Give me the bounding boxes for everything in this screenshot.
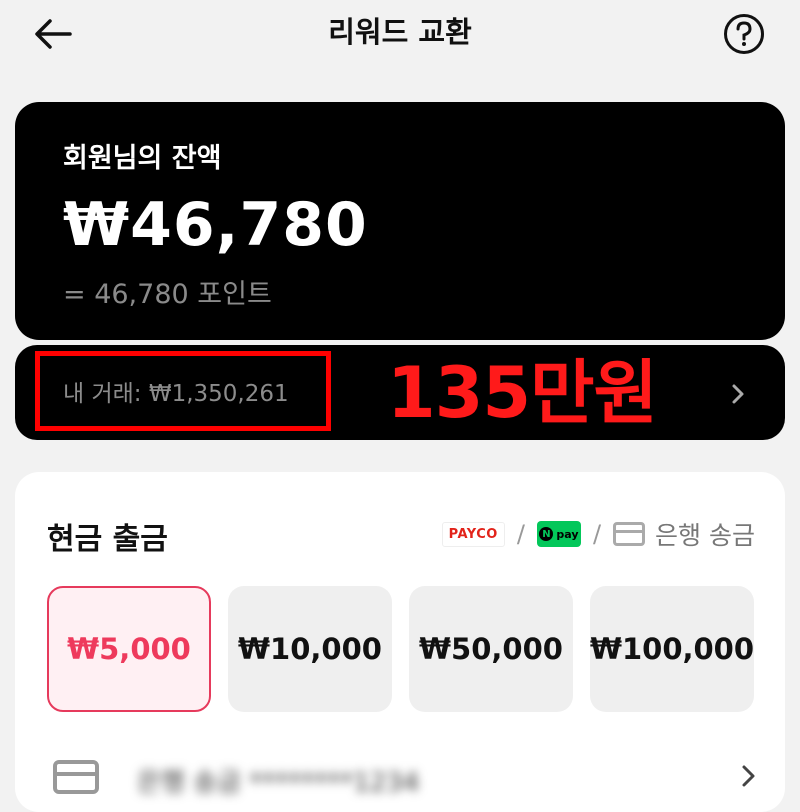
npay-logo[interactable]: N pay <box>536 521 581 547</box>
payco-logo[interactable]: PAYCO <box>441 521 505 547</box>
chevron-right-icon <box>732 384 744 404</box>
npay-n-icon: N <box>539 527 554 541</box>
bank-account-row[interactable]: 은행 송금 ********1234 <box>47 748 755 808</box>
balance-points: = 46,780 포인트 <box>63 279 272 310</box>
balance-card: 회원님의 잔액 ₩46,780 = 46,780 포인트 <box>15 102 785 340</box>
my-transactions-row[interactable]: 내 거래: ₩1,350,261 135만원 <box>15 345 785 440</box>
section-title: 현금 출금 <box>47 522 168 557</box>
transactions-total: 내 거래: ₩1,350,261 <box>63 381 289 407</box>
balance-label: 회원님의 잔액 <box>63 143 222 174</box>
cashout-section: 현금 출금 PAYCO / N pay / 은행 송금 ₩5,000 ₩10,0… <box>15 472 785 812</box>
amount-option-10000[interactable]: ₩10,000 <box>228 586 392 712</box>
amount-option-50000[interactable]: ₩50,000 <box>409 586 573 712</box>
amount-options: ₩5,000 ₩10,000 ₩50,000 ₩100,000 <box>47 586 754 712</box>
credit-card-icon <box>53 760 99 794</box>
bank-transfer-option[interactable]: 은행 송금 <box>613 516 755 552</box>
amount-option-100000[interactable]: ₩100,000 <box>590 586 754 712</box>
bank-transfer-label: 은행 송금 <box>655 521 755 550</box>
help-button[interactable] <box>722 12 766 56</box>
help-icon <box>724 14 764 54</box>
separator: / <box>592 520 602 548</box>
page-title: 리워드 교환 <box>328 15 472 49</box>
top-bar: 리워드 교환 <box>0 0 800 70</box>
npay-text: pay <box>556 527 579 541</box>
payout-methods: PAYCO / N pay / 은행 송금 <box>441 516 755 552</box>
annotation-text: 135만원 <box>387 352 658 434</box>
chevron-right-icon <box>742 765 755 787</box>
amount-option-5000[interactable]: ₩5,000 <box>47 586 211 712</box>
account-number-blurred: 은행 송금 ********1234 <box>137 768 420 798</box>
balance-amount: ₩46,780 <box>63 190 368 260</box>
separator: / <box>516 520 525 548</box>
credit-card-icon <box>613 522 646 546</box>
